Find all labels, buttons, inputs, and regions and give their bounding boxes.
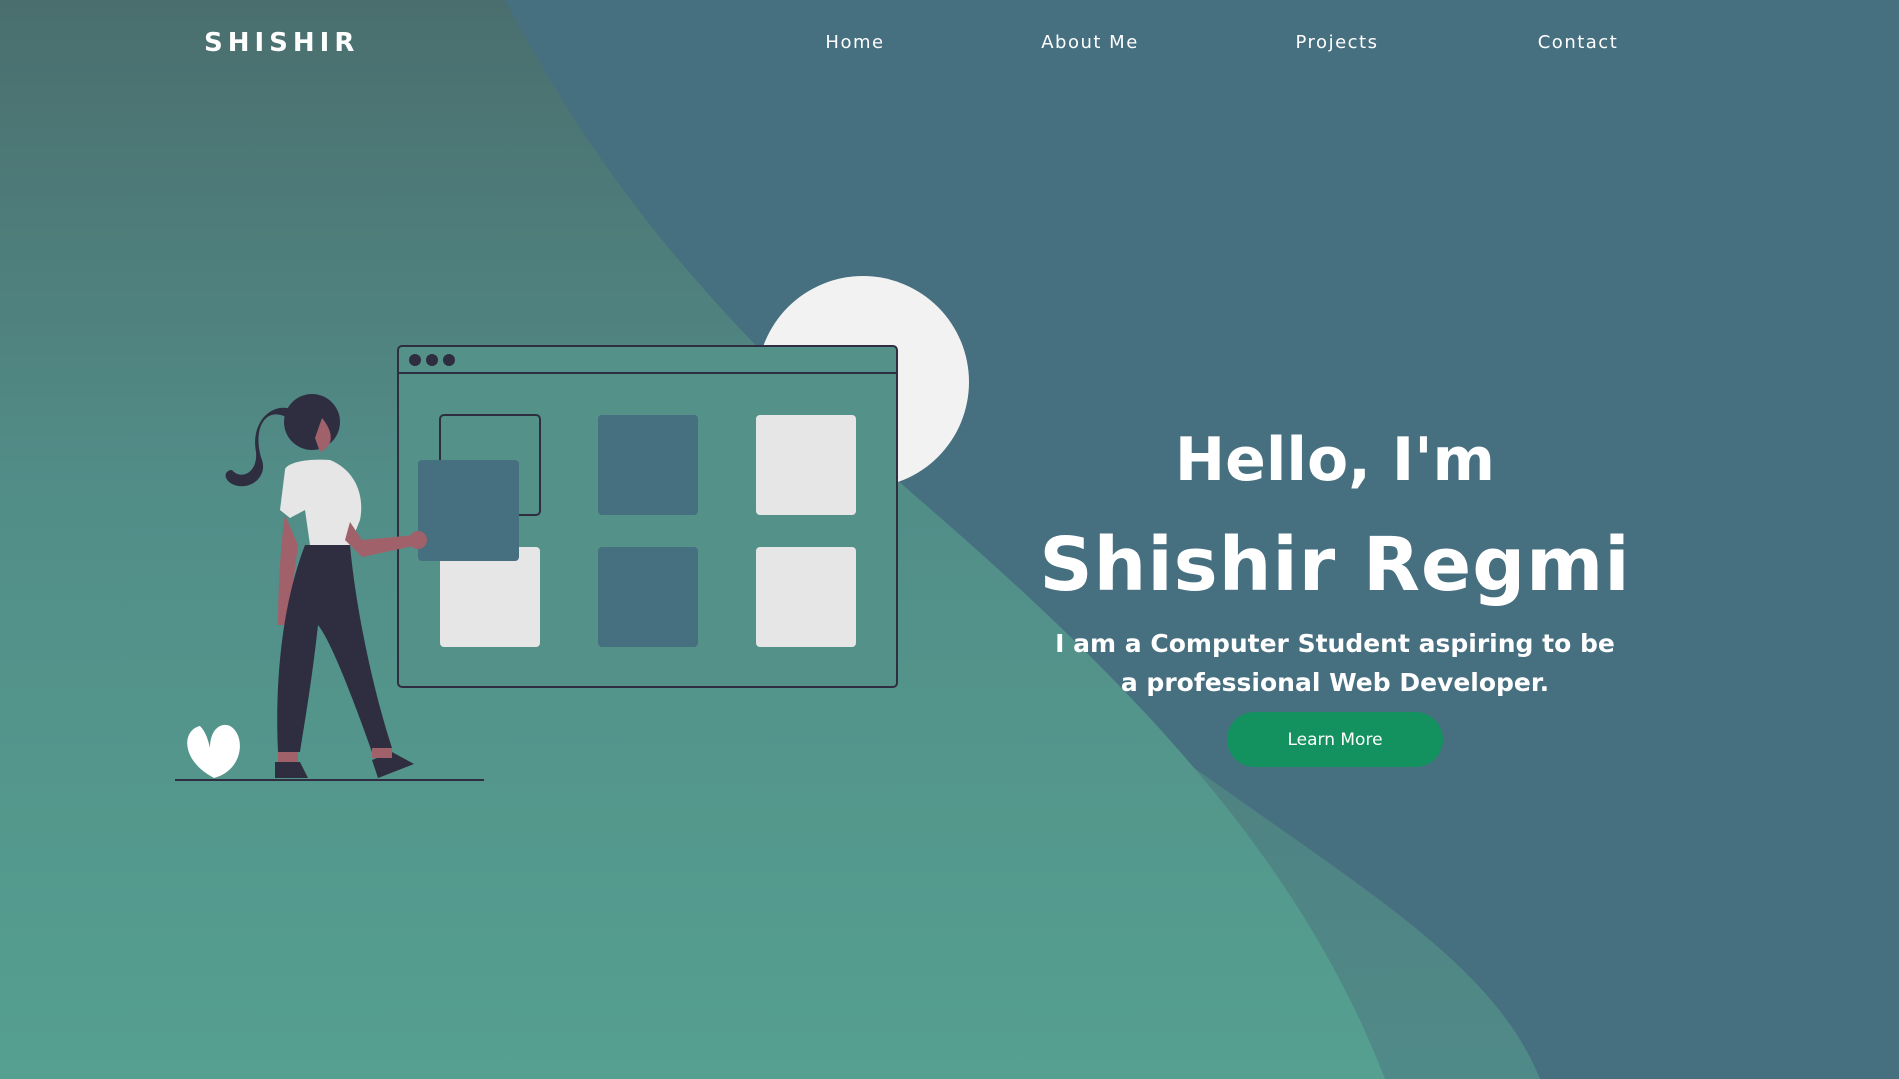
browser-window-illustration — [397, 345, 898, 688]
hero-section: Hello, I'm Shishir Regmi I am a Computer… — [1035, 410, 1635, 767]
learn-more-button[interactable]: Learn More — [1227, 712, 1443, 767]
plant-icon — [187, 724, 240, 778]
hero-name: Shishir Regmi — [1039, 522, 1631, 608]
hero-tagline: I am a Computer Student aspiring to be a… — [1055, 629, 1615, 697]
landing-page: SHISHIR Home About Me Projects Contact H… — [0, 0, 1899, 1079]
hero-greeting: Hello, I'm — [1174, 425, 1496, 495]
person-illustration — [225, 394, 427, 778]
